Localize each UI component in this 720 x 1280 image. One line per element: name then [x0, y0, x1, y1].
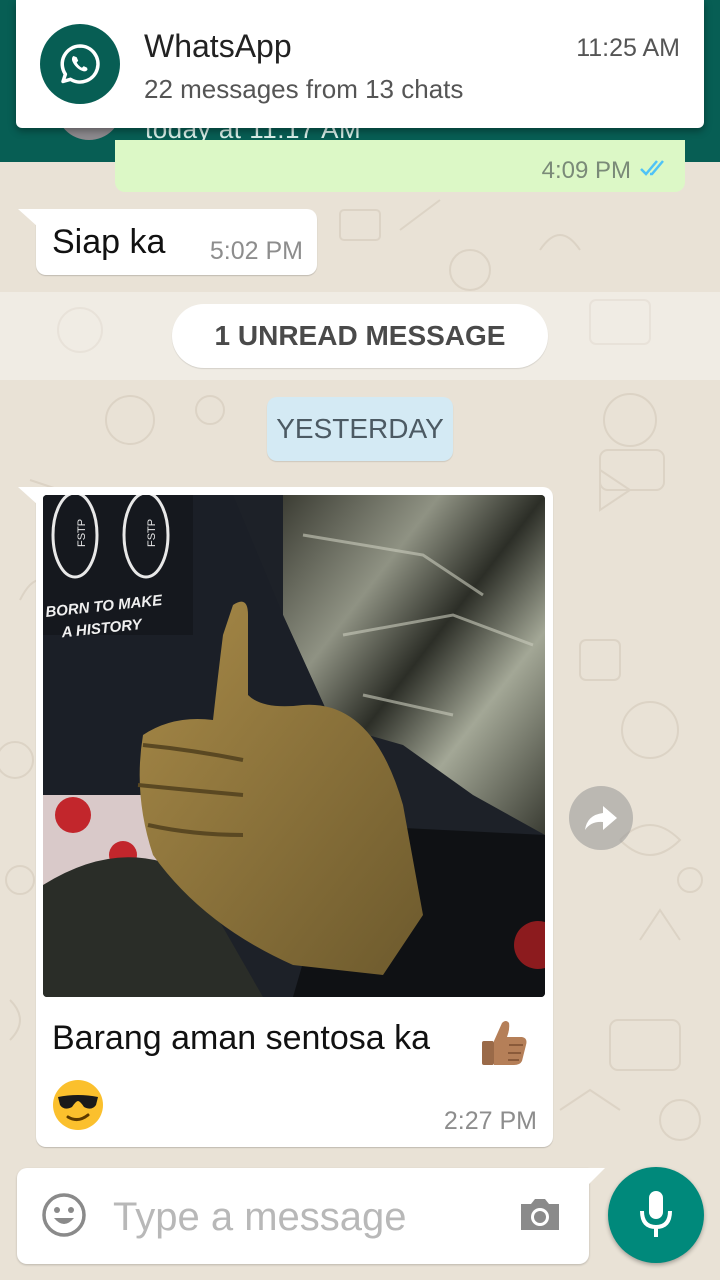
voice-record-button[interactable] — [608, 1167, 704, 1263]
message-time: 5:02 PM — [209, 237, 303, 265]
outgoing-message[interactable]: 4:09 PM — [115, 140, 685, 192]
message-text: Siap ka — [52, 223, 166, 261]
forward-button[interactable] — [569, 786, 633, 850]
notification-summary: 22 messages from 13 chats — [144, 74, 464, 104]
forward-arrow-icon — [585, 806, 617, 830]
double-check-icon — [640, 160, 664, 176]
camera-icon[interactable] — [517, 1192, 563, 1238]
sunglasses-emoji-icon — [53, 1080, 103, 1130]
whatsapp-notification[interactable]: WhatsApp 22 messages from 13 chats 11:25… — [16, 0, 704, 128]
message-time: 4:09 PM — [541, 157, 631, 184]
shirt-brand-text: FSTP — [146, 519, 158, 547]
microphone-icon — [640, 1191, 672, 1237]
image-caption: Barang aman sentosa ka — [52, 1019, 431, 1057]
whatsapp-logo-icon — [40, 24, 120, 104]
shirt-brand-text: FSTP — [76, 519, 88, 547]
date-divider: YESTERDAY — [267, 397, 453, 461]
bubble-tail — [18, 487, 38, 505]
unread-message-badge: 1 UNREAD MESSAGE — [172, 304, 548, 368]
incoming-image-message[interactable]: FSTP FSTP BORN TO MAKE A HISTORY Barang … — [18, 487, 553, 1147]
notification-time: 11:25 AM — [576, 34, 680, 62]
emoji-icon[interactable] — [41, 1192, 87, 1238]
notification-app-name: WhatsApp — [144, 28, 292, 64]
message-time: 2:27 PM — [443, 1107, 537, 1135]
message-input[interactable] — [111, 1182, 495, 1252]
bubble-tail — [18, 209, 38, 227]
message-photo[interactable]: FSTP FSTP BORN TO MAKE A HISTORY — [43, 495, 545, 997]
message-composer — [17, 1168, 605, 1264]
thumbs-up-emoji-icon — [482, 1021, 527, 1065]
incoming-message[interactable]: Siap ka 5:02 PM — [18, 209, 317, 275]
bubble-tail — [587, 1168, 605, 1186]
